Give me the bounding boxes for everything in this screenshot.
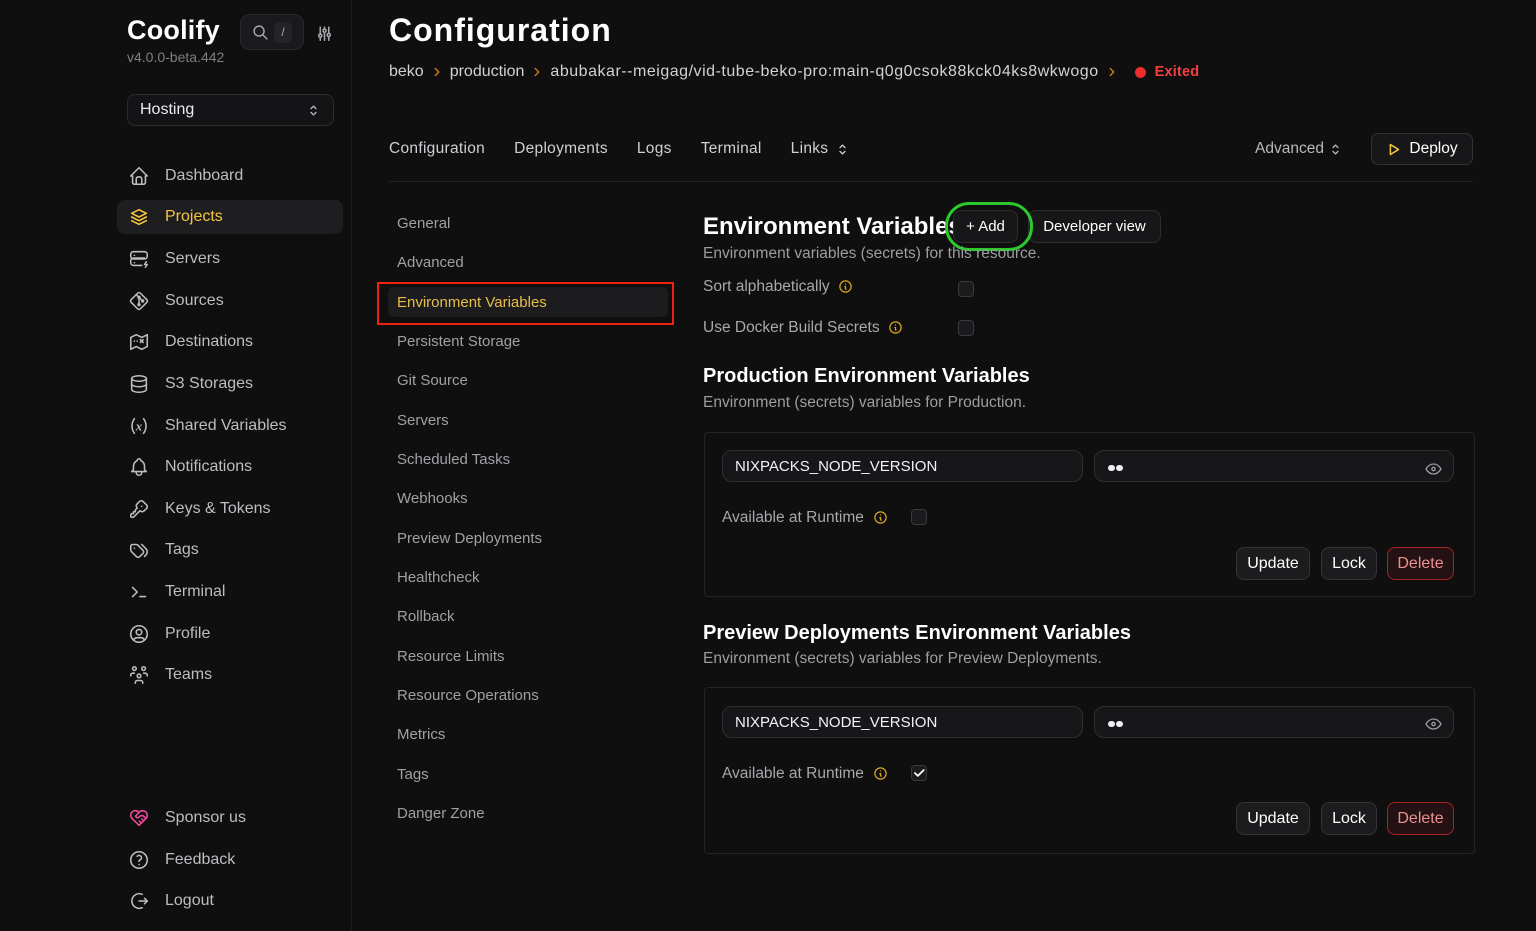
svg-text:x: x <box>135 419 143 433</box>
